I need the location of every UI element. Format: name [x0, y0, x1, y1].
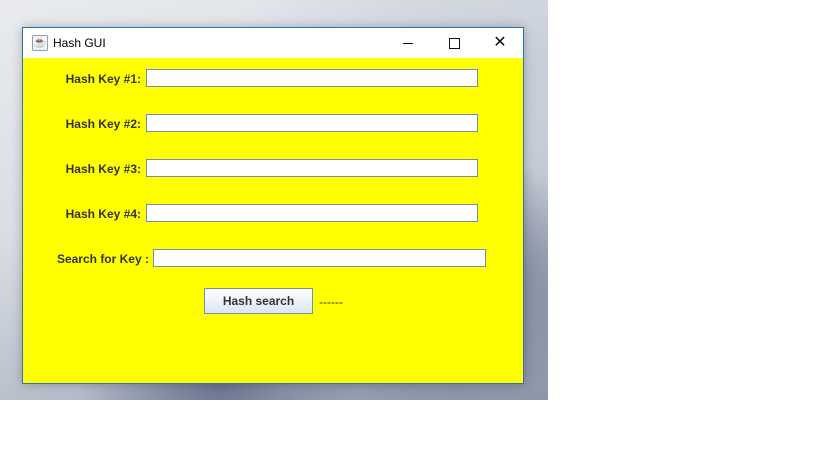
close-icon: ✕ [493, 34, 507, 51]
search-result-text: ------ [319, 295, 343, 309]
minimize-icon [403, 42, 413, 44]
title-bar[interactable]: ☕ Hash GUI ✕ [23, 28, 523, 58]
hash-search-button[interactable]: Hash search [204, 288, 313, 314]
maximize-button[interactable] [431, 28, 477, 58]
maximize-icon [448, 37, 460, 49]
hash-key-2-input[interactable] [146, 114, 478, 132]
hash-key-3-label: Hash Key #3: [65, 162, 141, 176]
form-panel: Hash Key #1: Hash Key #2: Hash Key #3: H… [23, 58, 523, 383]
hash-gui-window: ☕ Hash GUI ✕ Hash Key #1: Hash Key #2: H… [22, 27, 524, 384]
hash-key-1-input[interactable] [146, 69, 478, 87]
search-key-input[interactable] [153, 249, 486, 267]
hash-key-4-input[interactable] [146, 204, 478, 222]
hash-key-4-label: Hash Key #4: [65, 207, 141, 221]
hash-key-1-label: Hash Key #1: [65, 72, 141, 86]
hash-key-2-label: Hash Key #2: [65, 117, 141, 131]
window-title: Hash GUI [53, 36, 106, 50]
minimize-button[interactable] [385, 28, 431, 58]
close-button[interactable]: ✕ [477, 28, 523, 58]
search-key-label: Search for Key : [56, 252, 149, 266]
hash-key-3-input[interactable] [146, 159, 478, 177]
java-icon: ☕ [32, 35, 48, 51]
